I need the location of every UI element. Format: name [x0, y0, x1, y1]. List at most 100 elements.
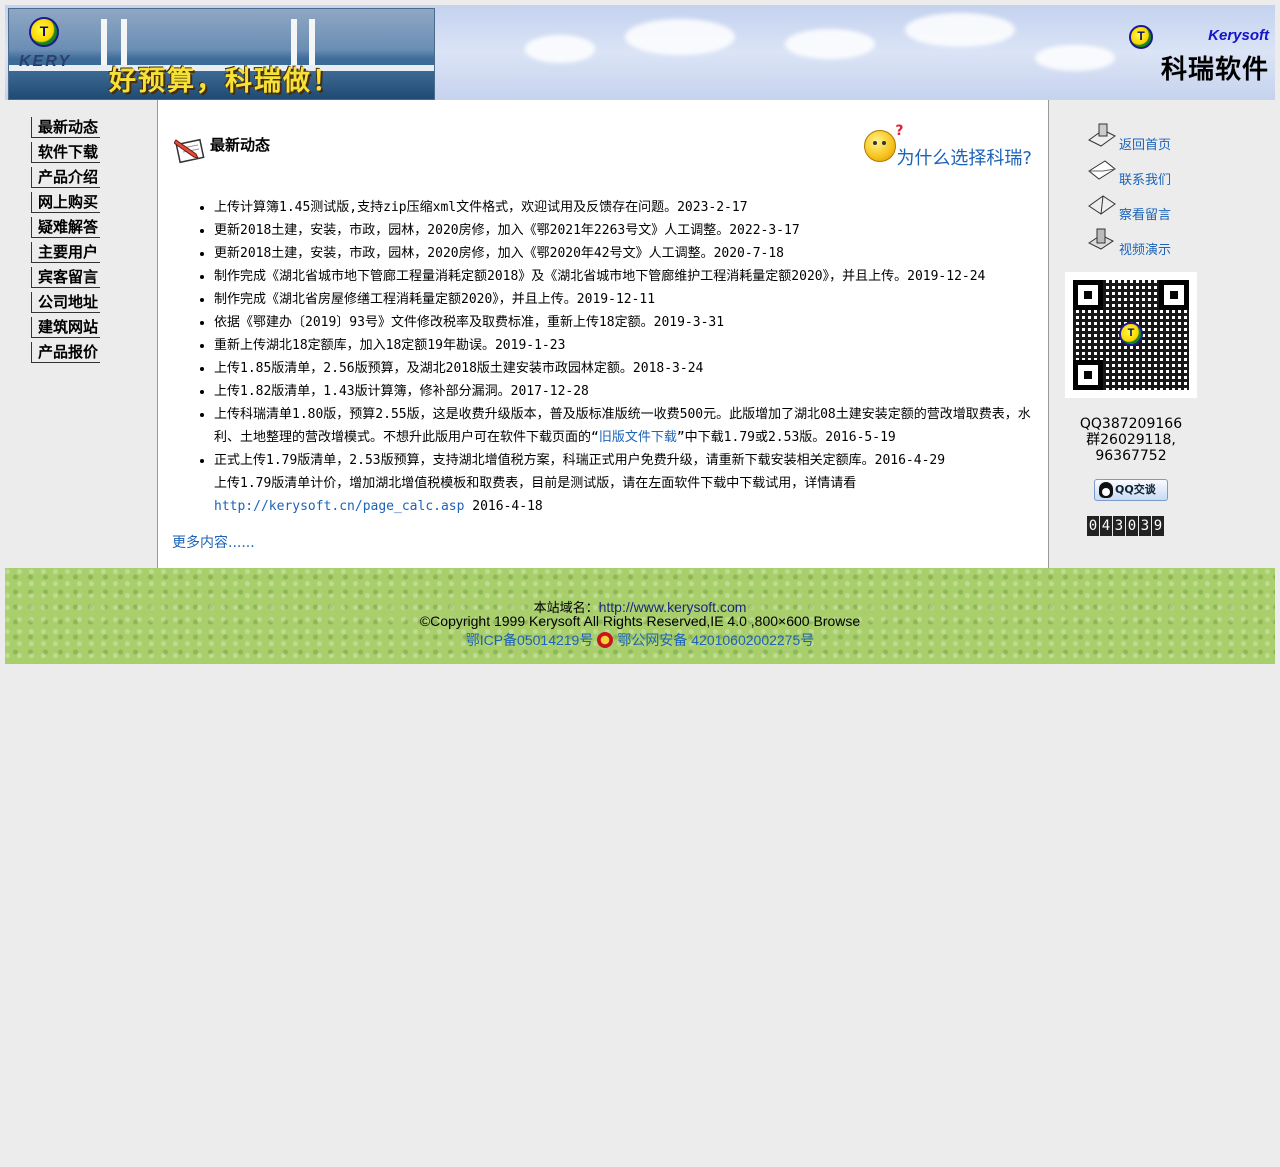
- left-nav-item: 建筑网站: [31, 315, 157, 340]
- nav-guestbook[interactable]: 宾客留言: [31, 267, 100, 288]
- icp-link[interactable]: 鄂ICP备05014219号: [466, 632, 594, 648]
- brand-logo: T Kerysoft 科瑞软件: [1129, 25, 1269, 85]
- video-demo-link[interactable]: 视频演示: [1119, 239, 1171, 258]
- cloud-decoration: [1035, 45, 1115, 71]
- banner-slogan: 好预算，科瑞做！: [109, 66, 341, 97]
- main-content: 最新动态 为什么选择科瑞? 上传计算簿1.45测试版,支持zip压缩xml文件格…: [157, 100, 1049, 568]
- right-sidebar: 返回首页 联系我们 察看留言 视频演示 T QQ387209166 群26029…: [1049, 100, 1275, 568]
- qq-chat-button[interactable]: QQ交谈: [1094, 479, 1168, 501]
- section-title: 最新动态: [210, 136, 271, 154]
- contact-us-link[interactable]: 联系我们: [1119, 169, 1171, 188]
- left-nav-item: 宾客留言: [31, 265, 157, 290]
- left-nav-item: 公司地址: [31, 290, 157, 315]
- counter-digit: 3: [1113, 516, 1125, 536]
- right-nav-item: 返回首页: [1087, 120, 1275, 155]
- site-footer: 本站域名：http://www.kerysoft.com ©Copyright …: [5, 568, 1275, 664]
- nav-product-intro[interactable]: 产品介绍: [31, 167, 100, 188]
- cloud-decoration: [785, 29, 875, 59]
- visit-counter: 0 4 3 0 3 9: [1087, 516, 1164, 536]
- news-text: 2016-4-18: [464, 499, 543, 514]
- qr-finder: [1159, 280, 1189, 310]
- counter-digit: 0: [1087, 516, 1099, 536]
- nav-company-address[interactable]: 公司地址: [31, 292, 100, 313]
- left-nav-item: 疑难解答: [31, 215, 157, 240]
- nav-main-users[interactable]: 主要用户: [31, 242, 100, 263]
- news-item: 上传科瑞清单1.80版，预算2.55版，这是收费升级版本，普及版标准版统一收费5…: [214, 403, 1050, 449]
- old-version-download-link[interactable]: 旧版文件下载: [599, 430, 677, 445]
- nav-latest-news[interactable]: 最新动态: [31, 117, 100, 138]
- news-item: 制作完成《湖北省房屋修缮工程消耗量定额2020》，并且上传。2019-12-11: [214, 288, 1050, 311]
- video-icon: [1088, 228, 1114, 250]
- nav-online-purchase[interactable]: 网上购买: [31, 192, 100, 213]
- left-nav: 最新动态 软件下载 产品介绍 网上购买 疑难解答 主要用户 宾客留言 公司地址 …: [5, 100, 157, 365]
- nav-faq[interactable]: 疑难解答: [31, 217, 100, 238]
- news-item: 更新2018土建，安装，市政，园林，2020房修，加入《鄂2021年2263号文…: [214, 219, 1050, 242]
- news-text: ”中下载1.79或2.53版。2016-5-19: [676, 430, 896, 445]
- news-item: 上传1.82版清单，1.43版计算簿，修补部分漏洞。2017-12-28: [214, 380, 1050, 403]
- news-item: 重新上传湖北18定额库，加入18定额19年勘误。2019-1-23: [214, 334, 1050, 357]
- kery-logo-icon: T: [29, 17, 59, 47]
- qr-finder: [1073, 360, 1103, 390]
- cloud-decoration: [625, 19, 735, 55]
- nav-software-download[interactable]: 软件下载: [31, 142, 100, 163]
- view-messages-link[interactable]: 察看留言: [1119, 204, 1171, 223]
- counter-digit: 9: [1152, 516, 1164, 536]
- police-record-link[interactable]: 鄂公网安备 42010602002275号: [617, 632, 814, 648]
- site-header: T KERY 好预算，科瑞做！ T Kerysoft 科瑞软件: [5, 5, 1275, 100]
- banner-kery-text: KERY: [19, 53, 72, 70]
- qr-logo-icon: T: [1119, 322, 1143, 346]
- qq-chat-label: QQ交谈: [1115, 483, 1156, 496]
- left-nav-item: 主要用户: [31, 240, 157, 265]
- bridge-tower: [101, 19, 107, 71]
- cloud-decoration: [905, 13, 1015, 47]
- counter-digit: 4: [1100, 516, 1112, 536]
- bridge-banner: T KERY 好预算，科瑞做！: [8, 8, 435, 100]
- counter-digit: 3: [1139, 516, 1151, 536]
- nav-building-sites[interactable]: 建筑网站: [31, 317, 100, 338]
- qq-group-1: 群26029118,: [1086, 432, 1176, 448]
- qq-group-2: 96367752: [1095, 448, 1167, 464]
- police-badge-icon: [597, 632, 614, 648]
- right-nav: 返回首页 联系我们 察看留言 视频演示: [1049, 100, 1275, 260]
- right-nav-item: 察看留言: [1087, 190, 1275, 225]
- news-list: 上传计算簿1.45测试版,支持zip压缩xml文件格式，欢迎试用及反馈存在问题。…: [198, 196, 1050, 518]
- qq-number: QQ387209166: [1079, 416, 1183, 432]
- left-sidebar: 最新动态 软件下载 产品介绍 网上购买 疑难解答 主要用户 宾客留言 公司地址 …: [5, 100, 157, 568]
- left-nav-item: 网上购买: [31, 190, 157, 215]
- left-nav-item: 最新动态: [31, 115, 157, 140]
- news-text: 上传1.79版清单计价，增加湖北增值税模板和取费表，目前是测试版，请在左面软件下…: [214, 476, 857, 491]
- news-item: 更新2018土建，安装，市政，园林，2020房修，加入《鄂2020年42号文》人…: [214, 242, 1050, 265]
- more-content-link[interactable]: 更多内容......: [172, 532, 255, 552]
- why-choose-block: 为什么选择科瑞?: [864, 123, 1032, 170]
- guestbook-icon: [1088, 195, 1116, 215]
- brand-name-en: Kerysoft: [1208, 27, 1269, 44]
- qr-code: T: [1065, 272, 1197, 398]
- page: T KERY 好预算，科瑞做！ T Kerysoft 科瑞软件 最新动态 软件下…: [5, 5, 1275, 664]
- copyright-text: ©Copyright 1999 Kerysoft All Rights Rese…: [419, 613, 861, 629]
- left-nav-item: 产品报价: [31, 340, 157, 365]
- news-item: 上传1.85版清单，2.56版预算，及湖北2018版土建安装市政园林定额。201…: [214, 357, 1050, 380]
- news-item: 上传计算簿1.45测试版,支持zip压缩xml文件格式，欢迎试用及反馈存在问题。…: [214, 196, 1050, 219]
- nav-product-price[interactable]: 产品报价: [31, 342, 100, 363]
- mail-icon: [1088, 160, 1116, 180]
- brand-name-cn: 科瑞软件: [1160, 55, 1269, 85]
- return-home-link[interactable]: 返回首页: [1119, 134, 1171, 153]
- left-nav-item: 软件下载: [31, 140, 157, 165]
- pencil-notepad-icon: [174, 138, 205, 164]
- news-item: 正式上传1.79版清单，2.53版预算，支持湖北增值税方案，科瑞正式用户免费升级…: [214, 449, 1050, 472]
- home-icon: [1088, 123, 1116, 147]
- right-nav-item: 联系我们: [1087, 155, 1275, 190]
- cloud-decoration: [525, 35, 595, 63]
- page-calc-link[interactable]: http://kerysoft.cn/page_calc.asp: [214, 499, 464, 514]
- left-nav-item: 产品介绍: [31, 165, 157, 190]
- counter-digit: 0: [1126, 516, 1138, 536]
- content-columns: 最新动态 软件下载 产品介绍 网上购买 疑难解答 主要用户 宾客留言 公司地址 …: [5, 100, 1275, 568]
- qr-finder: [1073, 280, 1103, 310]
- qq-penguin-icon: [1099, 482, 1113, 498]
- brand-logo-icon: T: [1129, 25, 1153, 49]
- news-item: 制作完成《湖北省城市地下管廊工程量消耗定额2018》及《湖北省城市地下管廊维护工…: [214, 265, 1050, 288]
- news-item: 依据《鄂建办〔2019〕93号》文件修改税率及取费标准，重新上传18定额。201…: [214, 311, 1050, 334]
- news-item-continued: 上传1.79版清单计价，增加湖北增值税模板和取费表，目前是测试版，请在左面软件下…: [214, 472, 1050, 518]
- right-nav-item: 视频演示: [1087, 225, 1275, 260]
- footer-record-line: 鄂ICP备05014219号 鄂公网安备 42010602002275号: [5, 630, 1275, 650]
